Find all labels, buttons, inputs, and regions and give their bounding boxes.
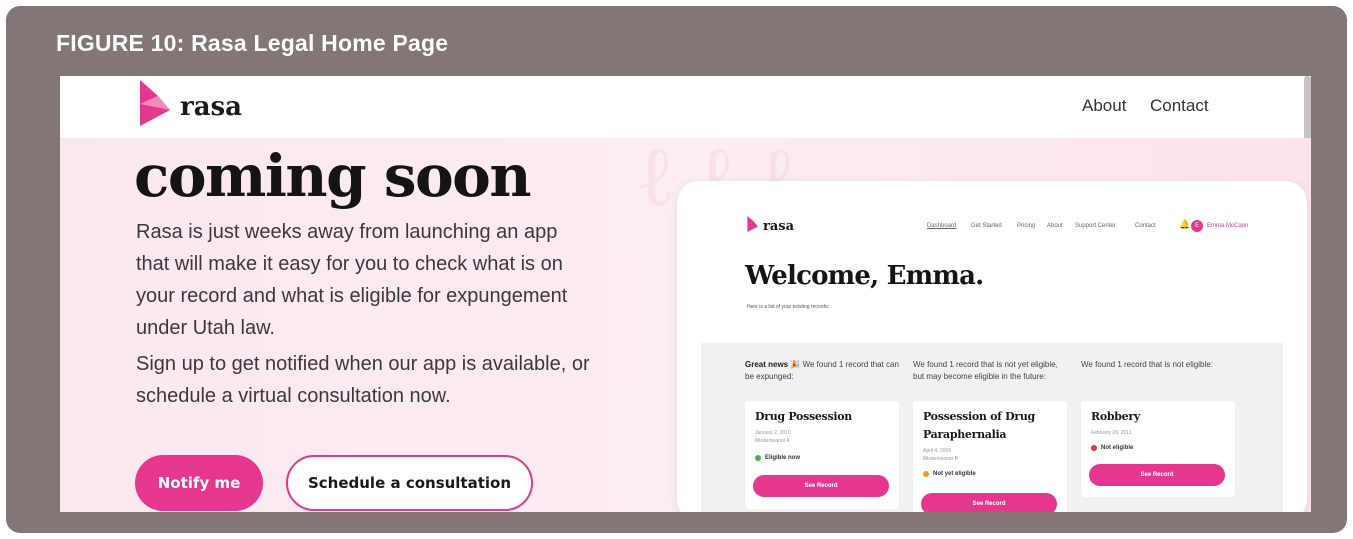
app-nav-support: Support Center (1075, 223, 1116, 229)
app-nav-dashboard: Dashboard (927, 223, 957, 229)
hero-headline: coming soon (134, 142, 532, 210)
record-title: Drug Possession (755, 410, 852, 423)
record-card-robbery: Robbery February 29, 2011 Not eligible S… (1081, 401, 1235, 497)
records-column-not-yet-intro: We found 1 record that is not yet eligib… (913, 360, 1058, 381)
party-icon: 🎉 (790, 360, 801, 369)
see-record-button: See Record (921, 493, 1057, 512)
record-level: Misdemeanor A (755, 438, 790, 444)
record-date: January 2, 2010 (755, 430, 791, 436)
user-avatar: E (1191, 220, 1203, 232)
figure-frame: FIGURE 10: Rasa Legal Home Page rasa Abo… (6, 6, 1347, 533)
website-screenshot: rasa About Contact ℓ ℓ ℓ coming soon Ras… (60, 76, 1311, 512)
app-nav-contact: Contact (1135, 223, 1156, 229)
record-date: February 29, 2011 (1091, 430, 1132, 436)
rasa-logo-icon[interactable] (136, 78, 176, 128)
hero-section: ℓ ℓ ℓ coming soon Rasa is just weeks awa… (60, 126, 1311, 512)
record-status: Not eligible (1091, 445, 1133, 451)
hero-paragraph-cta: Sign up to get notified when our app is … (136, 353, 590, 407)
schedule-consultation-button[interactable]: Schedule a consultation (286, 455, 533, 511)
app-preview-header: rasa Dashboard Get Started Pricing About… (701, 203, 1283, 343)
record-title: Possession of Drug Paraphernalia (923, 410, 1035, 441)
record-card-drug-possession: Drug Possession January 2, 2010 Misdemea… (745, 401, 899, 509)
rasa-logo-small-icon (747, 215, 758, 233)
records-column-eligible-intro: Great news 🎉 We found 1 record that can … (745, 360, 899, 381)
app-preview-mockup: rasa Dashboard Get Started Pricing About… (677, 181, 1307, 512)
app-brand-text: rasa (763, 219, 795, 234)
see-record-button: See Record (753, 475, 889, 497)
record-status: Eligible now (755, 455, 800, 461)
app-nav-get-started: Get Started (971, 223, 1002, 229)
app-preview-screen: rasa Dashboard Get Started Pricing About… (701, 203, 1283, 512)
record-date: April 4, 2009 (923, 448, 952, 454)
app-nav-pricing: Pricing (1017, 223, 1036, 229)
brand-logo-text[interactable]: rasa (180, 92, 242, 122)
status-dot-icon (755, 455, 761, 461)
nav-link-about[interactable]: About (1082, 96, 1126, 116)
status-dot-icon (923, 471, 929, 477)
app-nav-about: About (1047, 223, 1063, 229)
figure-caption: FIGURE 10: Rasa Legal Home Page (56, 30, 449, 56)
notify-me-button[interactable]: Notify me (135, 455, 263, 511)
record-level: Misdemeanor B (923, 456, 959, 462)
app-records-subtitle: Here is a list of your existing records: (747, 304, 829, 310)
record-status: Not yet eligible (923, 471, 976, 477)
record-title: Robbery (1091, 410, 1140, 423)
status-dot-icon (1091, 445, 1097, 451)
see-record-button: See Record (1089, 464, 1225, 486)
records-column-not-eligible-intro: We found 1 record that is not eligible: (1081, 360, 1213, 369)
app-user-name: Emma McCann (1207, 223, 1249, 229)
app-welcome-heading: Welcome, Emma. (745, 261, 984, 291)
hero-paragraph-intro: Rasa is just weeks away from launching a… (136, 221, 568, 339)
record-card-paraphernalia: Possession of Drug Paraphernalia April 4… (913, 401, 1067, 512)
bell-icon: 🔔 (1179, 220, 1191, 230)
nav-link-contact[interactable]: Contact (1150, 96, 1209, 116)
